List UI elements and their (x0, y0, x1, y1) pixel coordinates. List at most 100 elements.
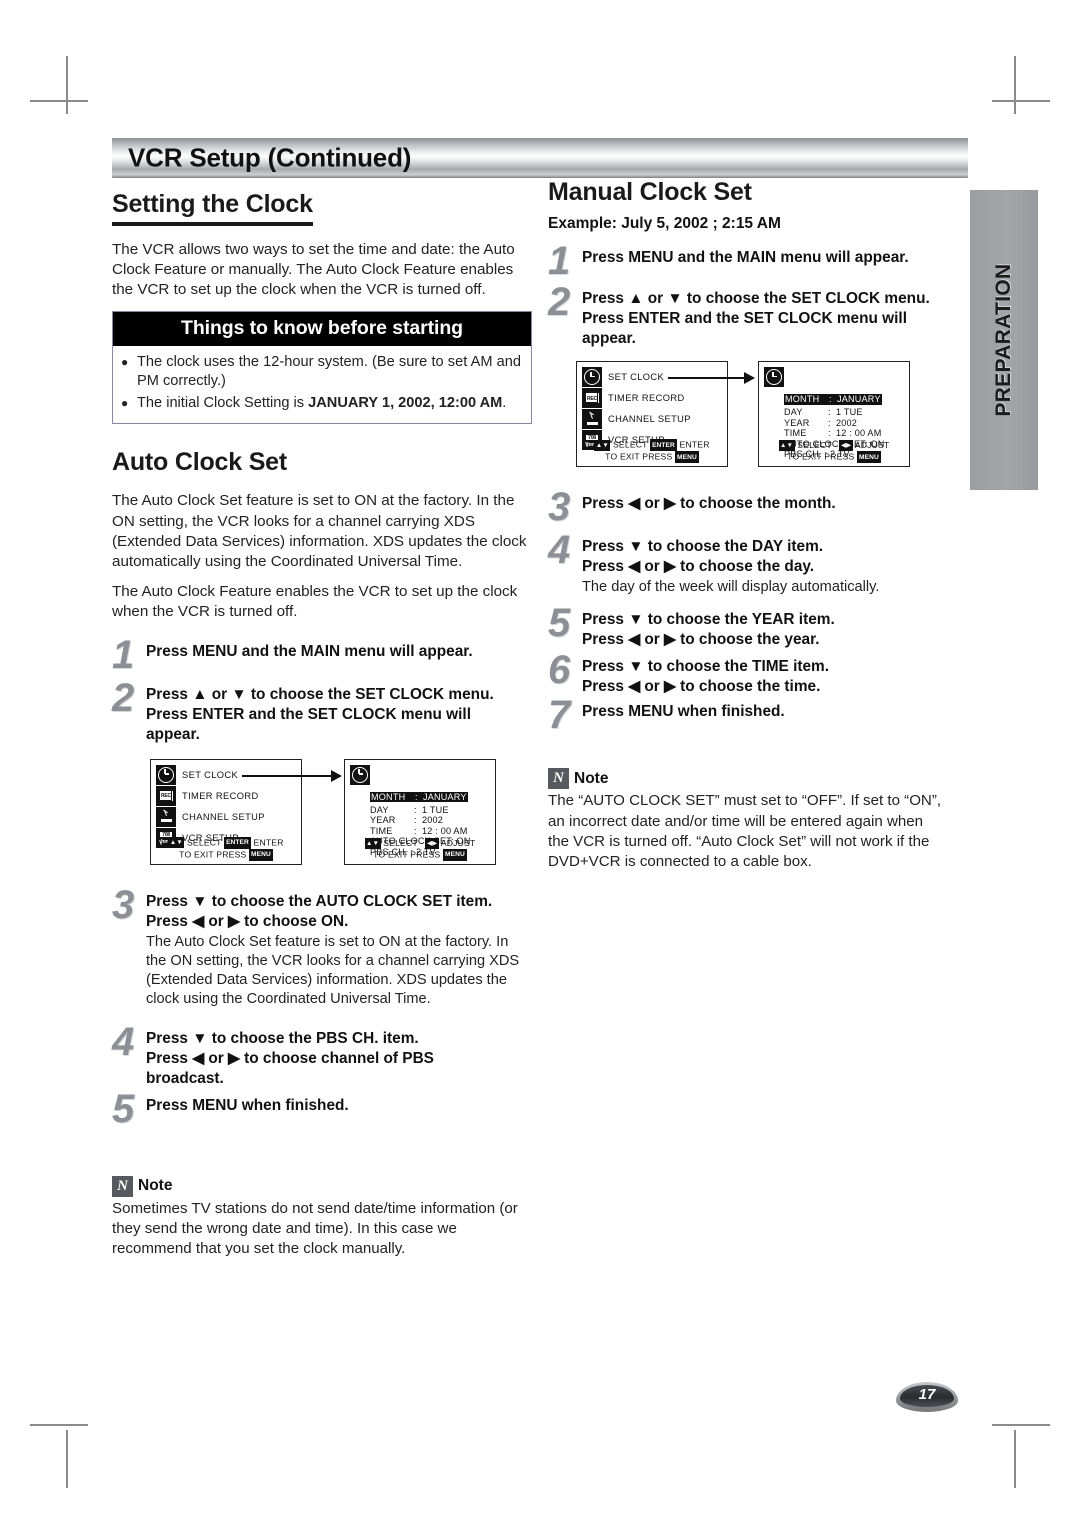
table-row: YEAR:2002 (784, 418, 905, 429)
rec-cassette-icon: REC (156, 785, 176, 806)
crop-mark-top-left-vertical (66, 56, 68, 114)
osd-set-clock-menu-left: MONTH: JANUARY DAY:1 TUE YEAR:2002 TIME:1… (344, 758, 496, 865)
step-line: Press ▲ or ▼ to choose the SET CLOCK men… (582, 290, 930, 308)
osd-item-timer-record: REC TIMER RECORD (582, 388, 723, 409)
osd-row-value: 1 TUE (422, 804, 449, 815)
setting-the-clock-intro: The VCR allows two ways to set the time … (112, 241, 515, 299)
things-to-know-box: Things to know before starting ● The clo… (112, 310, 532, 425)
table-row: YEAR:2002 (370, 815, 491, 826)
crop-mark-top-left-horizontal (30, 100, 88, 102)
step-sub-text: The day of the week will display automat… (582, 579, 880, 596)
osd-footer-exit: TO EXIT PRESS (179, 849, 247, 860)
manual-step-5: 5 Press ▼ to choose the YEAR item. Press… (548, 603, 948, 650)
manual-step-7: 7 Press MENU when finished. (548, 695, 948, 735)
osd-row-value: 12 : 00 AM (422, 825, 468, 836)
page-title: VCR Setup (Continued) (128, 142, 412, 173)
osd-item-timer-record: REC TIMER RECORD (156, 785, 297, 806)
enter-key-badge: ENTER (224, 836, 251, 849)
osd-row-value: JANUARY (423, 791, 467, 802)
osd-footer: ▲▼ SELECT ◀▶ ADJUST TO EXIT PRESS MENU (778, 440, 890, 464)
osd-row-key: MONTH (371, 791, 406, 802)
osd-item-label: CHANNEL SETUP (182, 811, 265, 822)
step-line: Press ▲ or ▼ to choose the SET CLOCK men… (146, 685, 494, 703)
osd-footer: ▲▼ SELECT ◀▶ ADJUST TO EXIT PRESS MENU (364, 837, 476, 861)
table-row: TIME:12 : 00 AM (784, 428, 905, 439)
step-number: 4 (112, 1019, 135, 1064)
menu-key-badge: MENU (857, 451, 881, 464)
crop-mark-bottom-left-horizontal (30, 1424, 88, 1426)
step-line: Press ▼ to choose the YEAR item. (582, 611, 835, 629)
osd-footer: ▲▼ SELECT ENTER ENTER TO EXIT PRESS MENU (168, 836, 284, 861)
note-icon: N (112, 1175, 133, 1197)
osd-row-sep: : (414, 815, 417, 826)
things-to-know-item-1-bold: JANUARY 1, 2002, 12:00 AM (308, 394, 503, 411)
right-column: Manual Clock Set Example: July 5, 2002 ;… (548, 178, 948, 872)
osd-footer: ▲▼ SELECT ENTER ENTER TO EXIT PRESS MENU (594, 439, 710, 464)
step-line: Press MENU and the MAIN menu will appear… (582, 249, 909, 266)
step-line: Press MENU when finished. (582, 703, 785, 721)
osd-footer-adjust: ADJUST (854, 440, 890, 451)
osd-diagram-right: SET CLOCK REC TIMER RECORD CHANNEL SETUP… (548, 361, 948, 471)
osd-footer-select: SELECT (612, 439, 648, 450)
osd-footer-select: SELECT (186, 837, 222, 848)
step-line: Press ◀ or ▶ to choose the year. (582, 631, 820, 649)
step-number: 7 (548, 693, 571, 738)
step-line: Press ◀ or ▶ to choose the month. (582, 495, 836, 513)
osd-item-label: TIMER RECORD (608, 393, 685, 404)
note-title: Note (574, 769, 609, 787)
step-line: Press ◀ or ▶ to choose ON. (146, 912, 349, 930)
step-line: broadcast. (146, 1069, 224, 1087)
bullet-icon: ● (121, 395, 129, 410)
things-to-know-item-1-after: . (502, 394, 507, 411)
clock-icon (350, 764, 370, 785)
step-line: Press MENU and the MAIN menu will appear… (146, 642, 473, 660)
osd-row-value: 2002 (422, 815, 444, 826)
menu-key-badge: MENU (675, 451, 699, 464)
clock-icon (582, 367, 602, 388)
step-number: 1 (548, 239, 571, 283)
osd-row-sep: : (414, 825, 417, 836)
note-title: Note (138, 1177, 173, 1195)
crop-mark-top-right-horizontal (992, 100, 1050, 102)
crop-mark-bottom-right-horizontal (992, 1424, 1050, 1426)
things-to-know-item-1: The initial Clock Setting is JANUARY 1, … (137, 394, 521, 414)
page-title-bar: VCR Setup (Continued) (112, 138, 968, 178)
osd-row-sep: : (829, 394, 832, 405)
osd-row-value: 1 TUE (836, 407, 863, 418)
manual-clock-note-header: N Note (548, 768, 948, 790)
osd-clock-header (764, 367, 905, 388)
osd-footer-select: SELECT (797, 440, 832, 451)
osd-row-sep: : (415, 791, 418, 802)
manual-step-6: 6 Press ▼ to choose the TIME item. Press… (548, 650, 948, 697)
page-number-badge: 17 (896, 1382, 958, 1412)
step-line: Press ▼ to choose the AUTO CLOCK SET ite… (146, 892, 493, 910)
osd-row-value: JANUARY (837, 394, 881, 405)
auto-step-5: 5 Press MENU when finished. (112, 1089, 532, 1129)
osd-item-channel-setup: CHANNEL SETUP (156, 806, 297, 827)
osd-item-label: SET CLOCK (182, 769, 239, 780)
osd-clock-header (350, 764, 491, 785)
left-column: Setting the Clock The VCR allows two way… (112, 190, 532, 1259)
manual-clock-note-body: The “AUTO CLOCK SET” must set to “OFF”. … (548, 792, 942, 870)
step-line: Press ENTER and the SET CLOCK menu will (582, 310, 907, 328)
step-line: Press ▼ to choose the DAY item. (582, 538, 824, 556)
manual-step-3: 3 Press ◀ or ▶ to choose the month. (548, 487, 948, 527)
preparation-side-tab-label: PREPARATION (992, 263, 1015, 417)
auto-clock-note-header: N Note (112, 1175, 532, 1197)
osd-row-value: 2002 (836, 417, 858, 428)
osd-row-key: DAY (370, 804, 389, 815)
manual-step-1: 1 Press MENU and the MAIN menu will appe… (548, 241, 948, 281)
step-number: 5 (112, 1086, 135, 1131)
osd-footer-select: SELECT (383, 837, 418, 848)
things-to-know-title: Things to know before starting (113, 311, 531, 346)
step-line: Press ▼ to choose the PBS CH. item. (146, 1029, 419, 1047)
step-line: Press ▼ to choose the TIME item. (582, 658, 830, 676)
auto-step-2: 2 Press ▲ or ▼ to choose the SET CLOCK m… (112, 678, 532, 745)
crop-mark-top-right-vertical (1014, 56, 1016, 114)
list-item: ● The clock uses the 12-hour system. (Be… (121, 353, 521, 392)
osd-set-clock-menu-right: MONTH: JANUARY DAY:1 TUE YEAR:2002 TIME:1… (758, 361, 910, 468)
osd-item-label: SET CLOCK (608, 372, 665, 383)
step-line: appear. (146, 725, 200, 743)
osd-footer-enter: ENTER (679, 439, 710, 450)
osd-footer-exit: TO EXIT PRESS (787, 451, 855, 462)
